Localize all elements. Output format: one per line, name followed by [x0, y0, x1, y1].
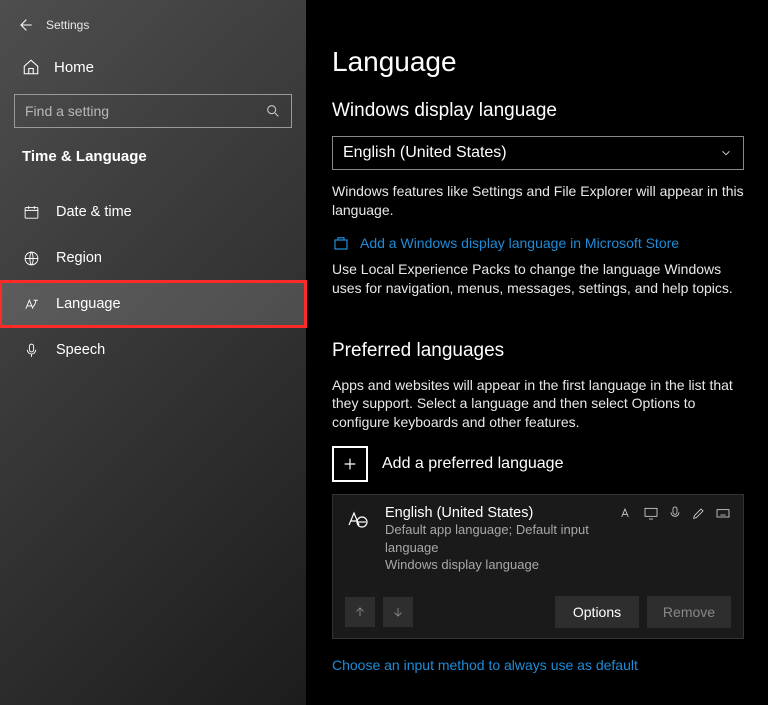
nav-label: Language — [56, 296, 121, 312]
home-label: Home — [54, 59, 94, 76]
sidebar-item-region[interactable]: Region — [0, 235, 306, 281]
section-display-heading: Windows display language — [332, 100, 744, 122]
globe-icon — [22, 250, 40, 267]
handwriting-icon — [691, 505, 707, 521]
language-name: English (United States) — [385, 505, 613, 521]
nav-label: Date & time — [56, 204, 132, 220]
plus-icon — [332, 446, 368, 482]
nav-label: Speech — [56, 342, 105, 358]
add-language-row[interactable]: Add a preferred language — [332, 446, 744, 482]
language-sub2: Windows display language — [385, 556, 613, 574]
remove-button[interactable]: Remove — [647, 596, 731, 628]
move-down-button[interactable] — [383, 597, 413, 627]
microphone-icon — [22, 342, 40, 359]
search-input[interactable] — [25, 103, 265, 119]
search-box[interactable] — [14, 94, 292, 128]
category-title: Time & Language — [0, 128, 306, 169]
app-title: Settings — [46, 18, 89, 32]
move-up-button[interactable] — [345, 597, 375, 627]
sidebar-item-language[interactable]: Language — [0, 281, 306, 327]
select-value: English (United States) — [343, 144, 507, 162]
language-icon — [22, 296, 40, 313]
display-description: Windows features like Settings and File … — [332, 182, 744, 220]
display-language-select[interactable]: English (United States) — [332, 136, 744, 170]
sidebar-item-speech[interactable]: Speech — [0, 327, 306, 373]
language-item[interactable]: English (United States) Default app lang… — [332, 494, 744, 639]
store-icon — [332, 234, 350, 252]
keyboard-icon — [715, 505, 731, 521]
sidebar-home[interactable]: Home — [0, 38, 306, 90]
nav-label: Region — [56, 250, 102, 266]
add-language-label: Add a preferred language — [382, 455, 563, 473]
language-sub1: Default app language; Default input lang… — [385, 521, 613, 556]
section-preferred-heading: Preferred languages — [332, 340, 744, 362]
search-icon — [265, 103, 281, 119]
clock-icon — [22, 204, 40, 221]
text-to-speech-icon — [619, 505, 635, 521]
page-title: Language — [332, 46, 744, 78]
language-globe-icon — [345, 505, 375, 574]
chevron-down-icon — [719, 146, 733, 160]
back-button[interactable] — [8, 11, 42, 39]
store-link-row[interactable]: Add a Windows display language in Micros… — [332, 234, 744, 252]
input-method-link[interactable]: Choose an input method to always use as … — [332, 657, 744, 673]
lep-description: Use Local Experience Packs to change the… — [332, 260, 744, 298]
home-icon — [22, 58, 40, 76]
speech-icon — [667, 505, 683, 521]
options-button[interactable]: Options — [555, 596, 639, 628]
preferred-description: Apps and websites will appear in the fir… — [332, 376, 744, 433]
display-icon — [643, 505, 659, 521]
sidebar-item-date-time[interactable]: Date & time — [0, 189, 306, 235]
store-link-text: Add a Windows display language in Micros… — [360, 235, 679, 251]
